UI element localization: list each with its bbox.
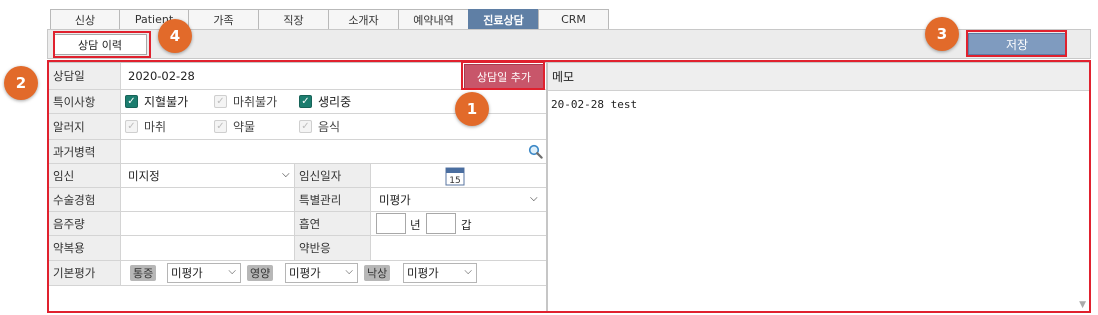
tab-consultation[interactable]: 진료상담 — [468, 9, 539, 29]
tab-family[interactable]: 가족 — [188, 9, 259, 29]
callout-badge-4: 4 — [158, 19, 192, 53]
tab-bar: 신상 Patient 가족 직장 소개자 예약내역 진료상담 CRM — [50, 9, 609, 29]
callout-badge-1: 1 — [455, 92, 489, 126]
callout-badge-2: 2 — [4, 66, 38, 100]
tab-referrer[interactable]: 소개자 — [328, 9, 399, 29]
tab-crm[interactable]: CRM — [538, 9, 609, 29]
tab-work[interactable]: 직장 — [258, 9, 329, 29]
tab-personal[interactable]: 신상 — [50, 9, 120, 29]
tab-reservations[interactable]: 예약내역 — [398, 9, 469, 29]
highlight-history — [53, 31, 151, 58]
highlight-form — [47, 60, 1091, 313]
highlight-save — [966, 30, 1067, 57]
highlight-add-date — [461, 61, 545, 90]
callout-badge-3: 3 — [925, 17, 959, 51]
